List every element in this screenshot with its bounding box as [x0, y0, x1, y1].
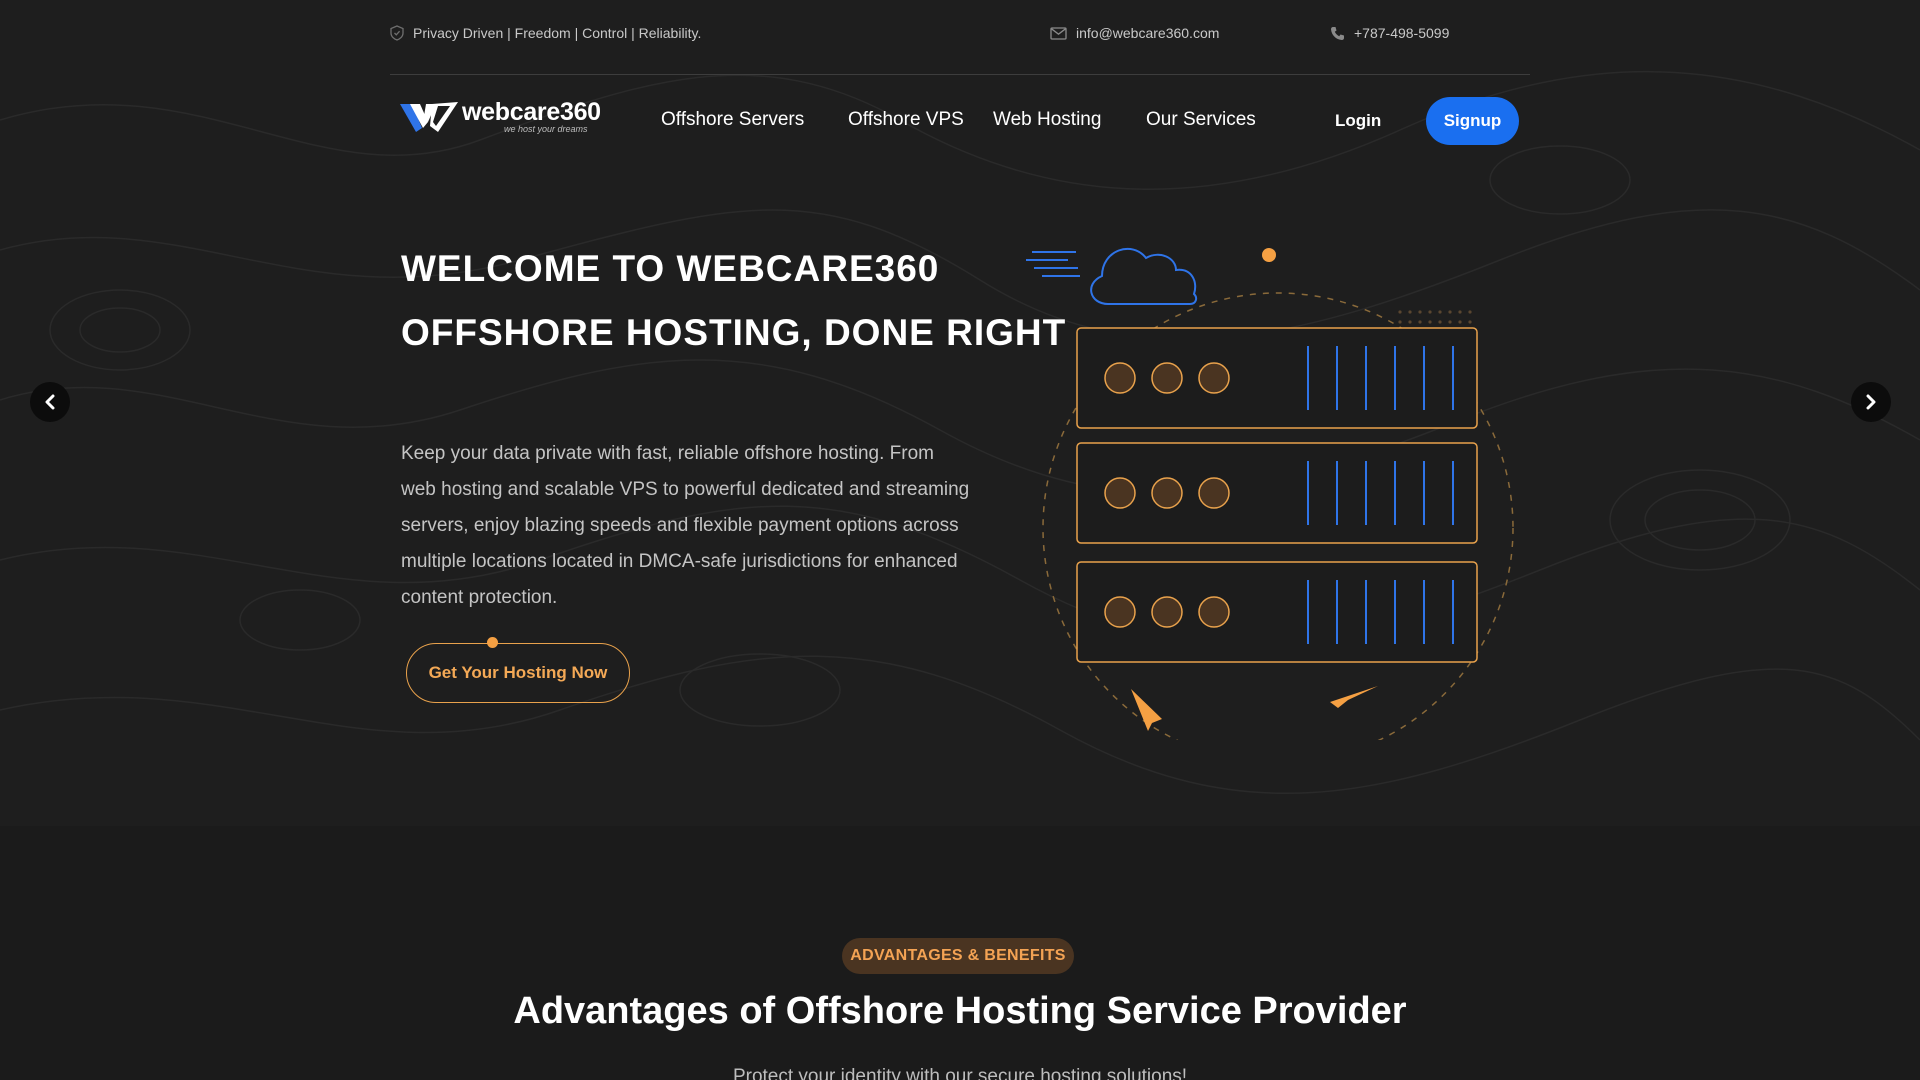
top-info-bar: Privacy Driven | Freedom | Control | Rel… [390, 22, 1530, 48]
advantages-section: ADVANTAGES & BENEFITS Advantages of Offs… [0, 826, 1920, 1080]
email-text[interactable]: info@webcare360.com [1076, 25, 1219, 41]
server-illustration [1026, 247, 1514, 740]
get-hosting-button[interactable]: Get Your Hosting Now [406, 643, 630, 703]
signup-button[interactable]: Signup [1426, 97, 1519, 145]
carousel-next-button[interactable] [1851, 382, 1891, 422]
nav-our-services[interactable]: Our Services [1146, 109, 1256, 131]
chevron-left-icon [45, 394, 55, 410]
paper-plane-right [1330, 686, 1378, 708]
server-unit-2 [1076, 442, 1478, 544]
orbit-dot [1262, 248, 1276, 262]
nav-web-hosting[interactable]: Web Hosting [993, 109, 1101, 131]
mail-icon [1050, 26, 1067, 40]
chevron-right-icon [1866, 394, 1876, 410]
phone-text[interactable]: +787-498-5099 [1354, 25, 1449, 41]
tagline: Privacy Driven | Freedom | Control | Rel… [390, 25, 701, 41]
cloud-icon [1026, 247, 1198, 305]
shield-icon [390, 25, 404, 41]
hero-title-line-2: OFFSHORE HOSTING, DONE RIGHT [401, 312, 1067, 353]
phone-contact[interactable]: +787-498-5099 [1330, 25, 1449, 41]
phone-icon [1331, 26, 1344, 40]
advantages-badge: ADVANTAGES & BENEFITS [842, 938, 1074, 974]
brand-name: webcare360 [462, 98, 601, 126]
advantages-title: Advantages of Offshore Hosting Service P… [513, 990, 1407, 1032]
tagline-text: Privacy Driven | Freedom | Control | Rel… [413, 25, 702, 41]
main-navigation: webcare360 we host your dreams Offshore … [390, 92, 1530, 152]
nav-offshore-vps[interactable]: Offshore VPS [848, 109, 964, 131]
email-contact[interactable]: info@webcare360.com [1050, 25, 1219, 41]
login-link[interactable]: Login [1335, 111, 1381, 131]
advantages-subtitle: Protect your identity with our secure ho… [732, 1066, 1188, 1080]
cta-accent-dot [487, 637, 498, 648]
server-unit-1 [1076, 327, 1478, 429]
hero-title-line-1: WELCOME TO WEBCARE360 [401, 248, 940, 289]
carousel-prev-button[interactable] [30, 382, 70, 422]
nav-offshore-servers[interactable]: Offshore Servers [661, 109, 804, 131]
hero-description: Keep your data private with fast, reliab… [401, 443, 970, 608]
brand-logo[interactable]: webcare360 we host your dreams [400, 100, 601, 136]
paper-plane-left [1131, 689, 1162, 731]
w-logo-icon [400, 102, 458, 132]
header-divider [390, 74, 1530, 75]
hero-section: Privacy Driven | Freedom | Control | Rel… [0, 0, 1920, 826]
server-unit-3 [1076, 561, 1478, 663]
brand-slogan: we host your dreams [504, 124, 588, 134]
